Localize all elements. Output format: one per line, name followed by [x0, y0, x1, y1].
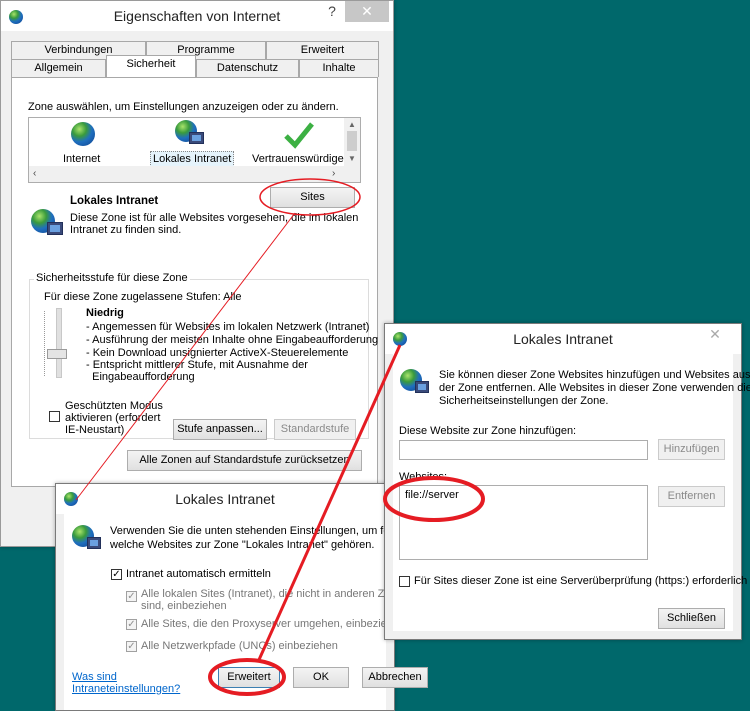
advanced-to-sites-arrow	[256, 344, 402, 663]
website-entry-highlight-ellipse	[383, 476, 485, 522]
advanced-highlight-ellipse	[208, 658, 286, 696]
sites-to-intranet-line	[75, 212, 296, 501]
sites-highlight-ellipse	[259, 178, 361, 216]
red-annotation-overlay	[75, 178, 485, 696]
